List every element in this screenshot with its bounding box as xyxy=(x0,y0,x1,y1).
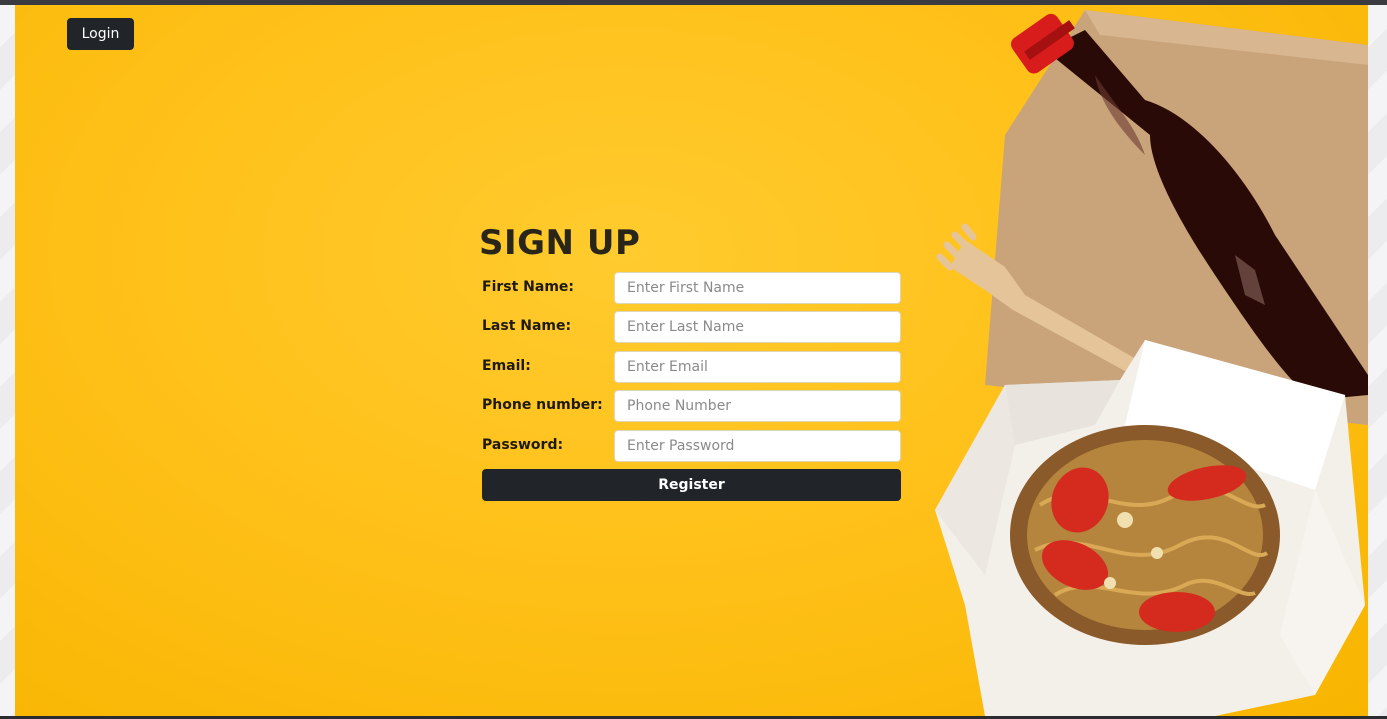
email-label: Email: xyxy=(482,358,531,374)
first-name-label: First Name: xyxy=(482,279,575,295)
hero-background: Login SIGN UP First Name: Last Name: Ema… xyxy=(15,5,1368,716)
phone-label: Phone number: xyxy=(482,397,603,413)
login-button[interactable]: Login xyxy=(67,18,134,50)
email-row: Email: xyxy=(482,351,902,383)
noodle-box-icon xyxy=(935,340,1365,716)
hero-food-image xyxy=(935,10,1368,716)
password-input[interactable] xyxy=(614,430,901,462)
last-name-label: Last Name: xyxy=(482,318,572,334)
email-input[interactable] xyxy=(614,351,901,383)
password-row: Password: xyxy=(482,430,902,462)
last-name-row: Last Name: xyxy=(482,311,902,343)
first-name-row: First Name: xyxy=(482,272,902,304)
phone-row: Phone number: xyxy=(482,390,902,422)
phone-input[interactable] xyxy=(614,390,901,422)
first-name-input[interactable] xyxy=(614,272,901,304)
page-left-margin xyxy=(0,5,15,716)
register-button[interactable]: Register xyxy=(482,469,901,501)
last-name-input[interactable] xyxy=(614,311,901,343)
page-right-margin xyxy=(1368,5,1387,716)
page-title: SIGN UP xyxy=(479,223,641,263)
password-label: Password: xyxy=(482,437,564,453)
